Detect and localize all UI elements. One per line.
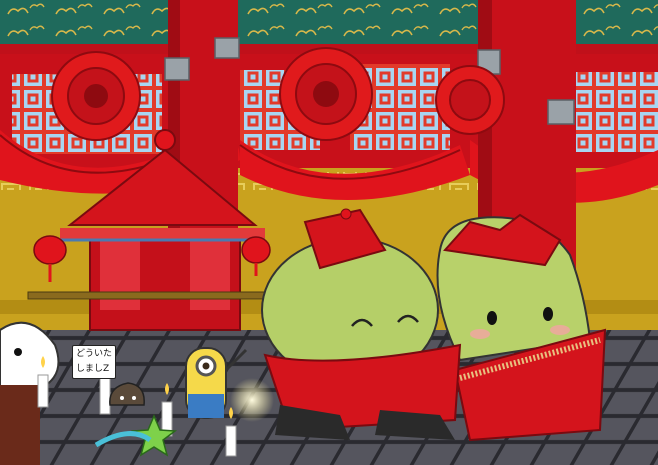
- paper-flower-right: [435, 65, 505, 135]
- sign-line-2: しましZ: [76, 364, 110, 374]
- speech-sign: どういた しましZ: [72, 345, 116, 379]
- sparkle-glow: [230, 378, 274, 422]
- paper-flower-left: [51, 51, 141, 141]
- wedding-scene: [0, 0, 658, 465]
- paper-flower-center: [279, 47, 373, 141]
- sign-line-1: どういた: [76, 349, 113, 359]
